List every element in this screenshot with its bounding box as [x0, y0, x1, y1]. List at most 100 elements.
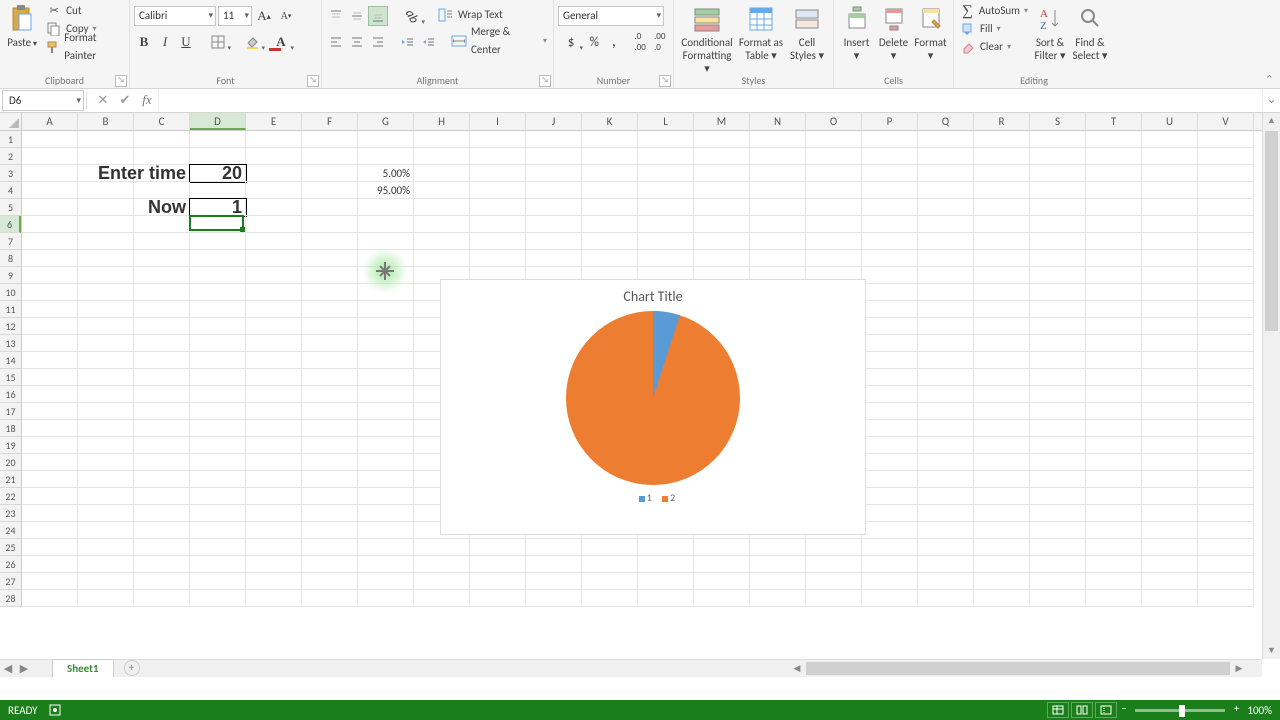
dialog-launcher-icon[interactable]: ↘ — [539, 75, 551, 87]
bold-button[interactable]: B — [134, 32, 154, 52]
dialog-launcher-icon[interactable]: ↘ — [659, 75, 671, 87]
font-size-combo[interactable]: 11 — [218, 6, 252, 26]
spreadsheet-area: ABCDEFGHIJKLMNOPQRSTUV 12345678910111213… — [0, 113, 1280, 677]
increase-indent-button[interactable] — [419, 32, 439, 52]
pie-chart — [566, 311, 740, 485]
number-format-combo[interactable]: General — [558, 6, 664, 26]
conditional-formatting-button[interactable]: Conditional Formatting ▾ — [678, 2, 736, 77]
group-number: General $ % , .0.00 .00.0 Number ↘ — [554, 0, 674, 88]
table-icon — [748, 6, 774, 32]
autosum-button[interactable]: ∑AutoSum ▾ — [958, 2, 1030, 20]
percent-format-button[interactable]: % — [585, 32, 604, 52]
clear-button[interactable]: Clear ▾ — [958, 38, 1030, 56]
fx-icon[interactable]: fx — [136, 89, 158, 112]
paste-icon — [9, 4, 35, 34]
add-sheet-button[interactable]: + — [124, 660, 140, 676]
select-all-button[interactable] — [0, 113, 22, 131]
eraser-icon — [960, 39, 976, 55]
fill-button[interactable]: Fill ▾ — [958, 20, 1030, 38]
group-alignment: ab Wrap Text Merge & Center ▾ Alignment … — [322, 0, 554, 88]
comma-format-button[interactable]: , — [605, 32, 624, 52]
cancel-formula-button[interactable]: ✕ — [92, 89, 114, 112]
paste-button[interactable]: Paste ▾ — [4, 2, 40, 56]
orientation-button[interactable]: ab — [398, 6, 426, 26]
tab-nav-prev-icon[interactable]: ◀ — [0, 662, 16, 675]
align-top-button[interactable] — [326, 6, 346, 26]
align-left-button[interactable] — [326, 32, 346, 52]
zoom-level[interactable]: 100% — [1247, 704, 1272, 717]
italic-button[interactable]: I — [155, 32, 175, 52]
chart-title: Chart Title — [441, 280, 865, 305]
vertical-scrollbar[interactable]: ▲▼ — [1262, 113, 1280, 659]
row-headers[interactable]: 1234567891011121314151617181920212223242… — [0, 131, 22, 607]
format-painter-button[interactable]: Format Painter — [44, 38, 125, 56]
decrease-font-button[interactable]: A▾ — [276, 6, 296, 26]
legend-swatch-2 — [662, 496, 668, 502]
format-cells-button[interactable]: Format▾ — [912, 2, 949, 64]
legend-label-2: 2 — [670, 491, 675, 504]
view-page-layout-button[interactable] — [1071, 702, 1093, 718]
cell-styles-button[interactable]: Cell Styles ▾ — [786, 2, 828, 77]
zoom-slider[interactable] — [1135, 709, 1225, 712]
column-headers[interactable]: ABCDEFGHIJKLMNOPQRSTUV — [22, 113, 1262, 131]
wrap-icon — [438, 7, 454, 23]
increase-font-button[interactable]: A▴ — [254, 6, 274, 26]
group-label: Editing — [954, 74, 1114, 88]
dialog-launcher-icon[interactable]: ↘ — [115, 75, 127, 87]
sort-filter-button[interactable]: AZSort & Filter ▾ — [1030, 2, 1070, 64]
group-label: Alignment — [322, 74, 553, 88]
accounting-format-button[interactable]: $ — [558, 32, 584, 52]
group-font: Calibri 11 A▴ A▾ B I U A Font ↘ — [130, 0, 322, 88]
group-label: Cells — [834, 74, 953, 88]
status-mode: READY — [8, 704, 38, 717]
horizontal-scrollbar[interactable]: ◀▶ — [790, 660, 1246, 677]
delete-cells-button[interactable]: Delete▾ — [875, 2, 912, 64]
underline-button[interactable]: U — [176, 32, 196, 52]
paintbrush-icon — [46, 39, 60, 55]
fill-color-button[interactable] — [238, 32, 266, 52]
name-box[interactable]: D6 — [2, 90, 84, 111]
group-label: Number — [554, 74, 673, 88]
group-cells: Insert▾ Delete▾ Format▾ Cells — [834, 0, 954, 88]
decrease-decimal-button[interactable]: .00.0 — [650, 32, 669, 52]
border-button[interactable] — [204, 32, 232, 52]
macro-record-icon[interactable] — [48, 703, 62, 717]
align-right-button[interactable] — [368, 32, 388, 52]
find-select-button[interactable]: Find & Select ▾ — [1070, 2, 1110, 64]
group-label: Clipboard — [0, 74, 129, 88]
delete-icon — [883, 6, 905, 32]
view-normal-button[interactable] — [1047, 702, 1069, 718]
legend-swatch-1 — [639, 496, 645, 502]
expand-formula-bar-icon[interactable]: ⌄ — [1262, 89, 1280, 112]
scissors-icon: ✂ — [46, 3, 62, 19]
svg-text:Z: Z — [1040, 20, 1047, 32]
view-page-break-button[interactable] — [1095, 702, 1117, 718]
bucket-icon — [245, 35, 259, 49]
font-color-button[interactable]: A — [267, 32, 295, 52]
status-bar: READY 100% — [0, 700, 1280, 720]
tab-nav-next-icon[interactable]: ▶ — [16, 662, 32, 675]
formula-input[interactable] — [158, 89, 1262, 112]
align-middle-button[interactable] — [347, 6, 367, 26]
enter-formula-button[interactable]: ✔ — [114, 89, 136, 112]
embedded-chart[interactable]: Chart Title 1 2 — [440, 279, 866, 535]
decrease-indent-button[interactable] — [398, 32, 418, 52]
insert-cells-button[interactable]: Insert▾ — [838, 2, 875, 64]
font-name-combo[interactable]: Calibri — [134, 6, 216, 26]
dialog-launcher-icon[interactable]: ↘ — [307, 75, 319, 87]
chart-legend: 1 2 — [441, 491, 865, 504]
cut-button[interactable]: ✂Cut — [44, 2, 125, 20]
align-center-button[interactable] — [347, 32, 367, 52]
align-bottom-button[interactable] — [368, 6, 388, 26]
group-label: Styles — [674, 74, 833, 88]
fill-down-icon — [960, 21, 976, 37]
increase-decimal-button[interactable]: .0.00 — [631, 32, 650, 52]
sigma-icon: ∑ — [960, 3, 975, 19]
collapse-ribbon-icon[interactable]: ⌃ — [1265, 73, 1274, 86]
cell-grid[interactable]: Chart Title 1 2 Enter time205.00%95.00%N… — [22, 131, 1262, 659]
merge-center-button[interactable]: Merge & Center ▾ — [449, 32, 549, 50]
sort-icon: AZ — [1038, 6, 1062, 32]
wrap-text-button[interactable]: Wrap Text — [436, 6, 505, 24]
tab-sheet1[interactable]: Sheet1 — [52, 659, 114, 677]
format-as-table-button[interactable]: Format as Table ▾ — [736, 2, 786, 77]
